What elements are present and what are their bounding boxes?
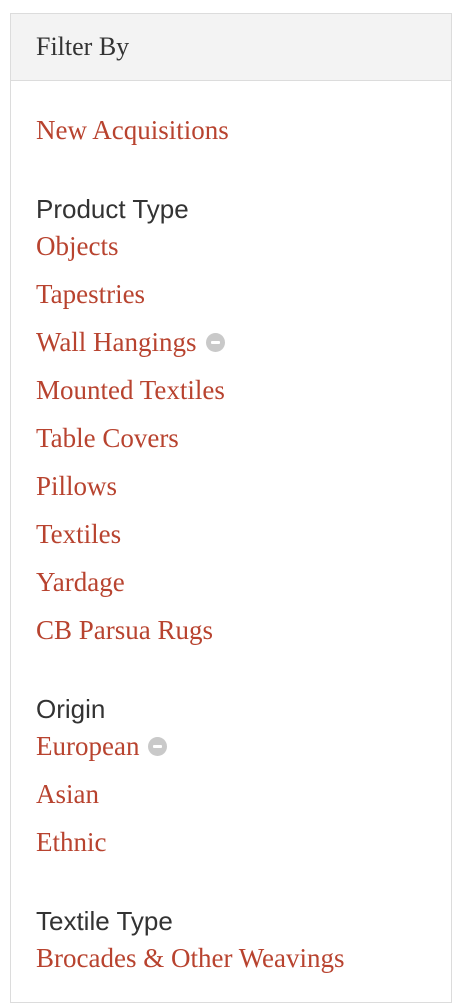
filter-label: CB Parsua Rugs — [36, 615, 214, 645]
filter-mounted-textiles-link[interactable]: Mounted Textiles — [36, 377, 225, 404]
filter-panel: Filter By New Acquisitions Product Type … — [10, 13, 452, 1003]
filter-label: Brocades & Other Weavings — [36, 943, 345, 973]
filter-label: Mounted Textiles — [36, 375, 225, 405]
remove-filter-icon[interactable] — [205, 333, 225, 352]
new-acquisitions-link[interactable]: New Acquisitions — [36, 117, 229, 144]
filter-european-link[interactable]: European — [36, 731, 168, 761]
filter-tapestries-link[interactable]: Tapestries — [36, 281, 145, 308]
filter-pillows-link[interactable]: Pillows — [36, 473, 117, 500]
filter-brocades-link[interactable]: Brocades & Other Weavings — [36, 945, 345, 972]
filter-label: Pillows — [36, 471, 118, 501]
filter-label: Table Covers — [36, 423, 179, 453]
filter-label: Yardage — [36, 567, 125, 597]
filter-panel-header: Filter By — [11, 14, 451, 81]
filter-label: Objects — [36, 231, 119, 261]
textile-type-heading: Textile Type — [36, 906, 173, 936]
filter-textiles-link[interactable]: Textiles — [36, 521, 121, 548]
remove-filter-icon[interactable] — [148, 737, 168, 756]
filter-label: Tapestries — [36, 279, 146, 309]
filter-ethnic-link[interactable]: Ethnic — [36, 829, 106, 856]
filter-label: Ethnic — [36, 827, 107, 857]
filter-wall-hangings-link[interactable]: Wall Hangings — [36, 329, 225, 356]
filter-yardage-link[interactable]: Yardage — [36, 569, 125, 596]
filter-label: Textiles — [36, 519, 122, 549]
filter-asian-link[interactable]: Asian — [36, 781, 99, 808]
filter-label: European — [36, 731, 140, 761]
origin-heading: Origin — [36, 694, 106, 724]
filter-label: Wall Hangings — [36, 327, 197, 357]
filter-cb-parsua-rugs-link[interactable]: CB Parsua Rugs — [36, 617, 213, 644]
filter-label: Asian — [36, 779, 99, 809]
product-type-heading: Product Type — [36, 194, 189, 224]
filter-table-covers-link[interactable]: Table Covers — [36, 425, 179, 452]
filter-objects-link[interactable]: Objects — [36, 233, 118, 260]
filter-panel-title: Filter By — [36, 32, 130, 61]
